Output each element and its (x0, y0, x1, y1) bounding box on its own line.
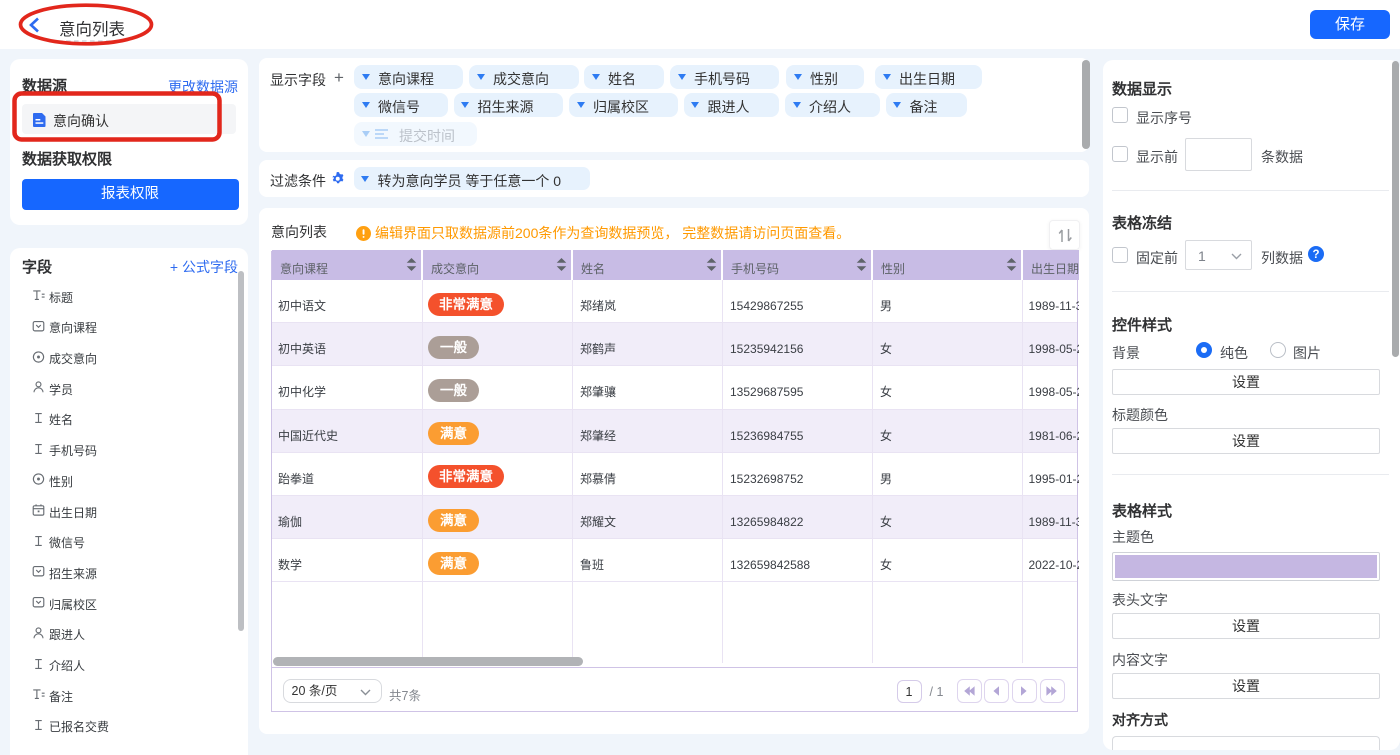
svg-text:?: ? (1312, 249, 1319, 261)
